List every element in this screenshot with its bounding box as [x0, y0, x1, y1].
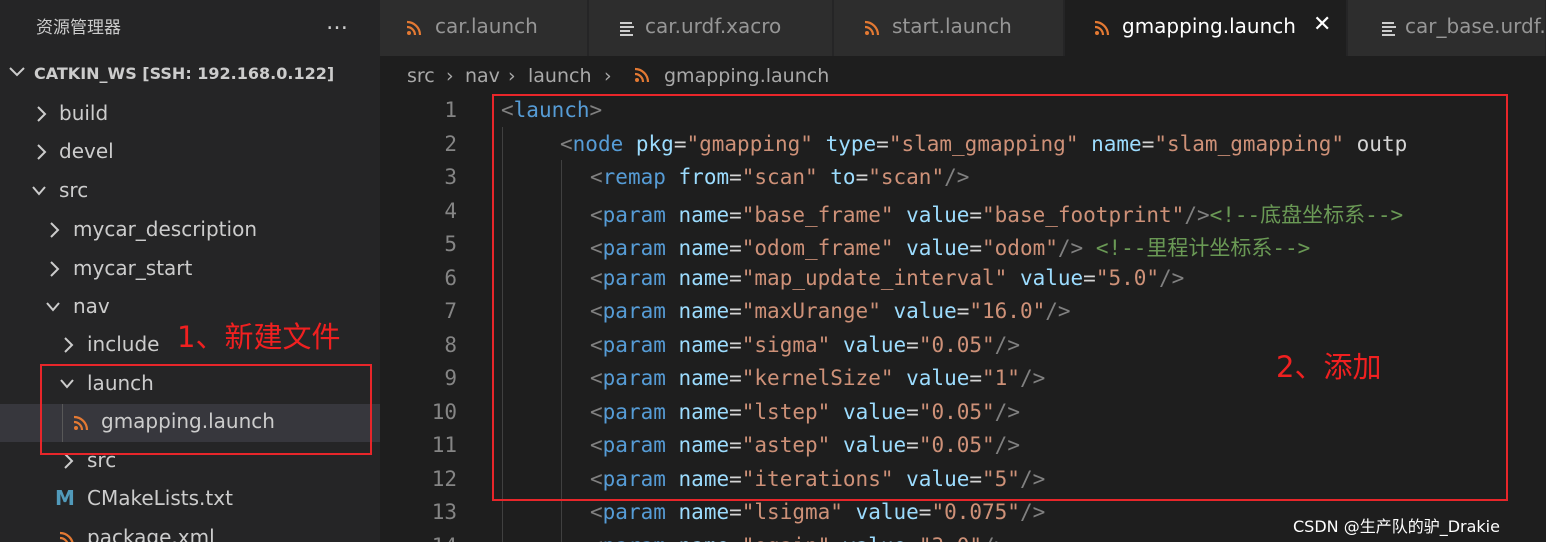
annotation-step2: 2、添加 [1276, 350, 1382, 384]
annotation-step1: 1、新建文件 [177, 320, 341, 354]
line-number: 4 [444, 198, 457, 223]
tree-item-label: mycar_start [73, 256, 193, 280]
line-number: 7 [444, 299, 457, 323]
chevron-right-icon [64, 337, 74, 353]
tree-item-label: src [59, 178, 89, 202]
editor-tab-bar: car.launch car.urdf.xacro start.launch g… [380, 0, 1546, 56]
rss-icon [59, 531, 74, 542]
tree-item-cmakelists[interactable]: M CMakeLists.txt [0, 481, 380, 519]
tree-item-build[interactable]: build [0, 96, 380, 134]
chevron-down-icon [46, 302, 60, 312]
chevron-right-icon [37, 106, 47, 122]
breadcrumb-item[interactable]: src [407, 65, 435, 87]
tab-label: gmapping.launch [1122, 14, 1296, 38]
line-number: 5 [444, 232, 457, 256]
tab-gmapping-launch[interactable]: gmapping.launch ✕ [1065, 0, 1347, 56]
rss-icon [406, 20, 422, 36]
tab-start-launch[interactable]: start.launch [834, 0, 1064, 56]
workspace-root[interactable]: CATKIN_WS [SSH: 192.168.0.122] [0, 58, 380, 92]
rss-icon [1094, 20, 1110, 36]
tab-car-launch[interactable]: car.launch [380, 0, 588, 56]
explorer-header: 资源管理器 … [0, 0, 380, 50]
tree-item-label: CMakeLists.txt [87, 486, 233, 510]
chevron-down-icon [32, 186, 46, 196]
chevron-right-icon [37, 144, 47, 160]
more-actions-icon[interactable]: … [326, 10, 349, 35]
tab-label: car.urdf.xacro [645, 14, 782, 38]
rss-icon [864, 20, 880, 36]
close-icon[interactable]: ✕ [1313, 12, 1331, 37]
tree-item-label: package.xml [87, 525, 215, 542]
tab-label: car_base.urdf. [1405, 14, 1546, 38]
cmake-m-icon: M [55, 486, 75, 510]
line-number: 6 [444, 265, 457, 290]
chevron-down-icon [9, 67, 25, 77]
explorer-sidebar: 资源管理器 … CATKIN_WS [SSH: 192.168.0.122] b… [0, 0, 380, 542]
tree-item-src[interactable]: src [0, 173, 380, 211]
line-number: 10 [431, 399, 457, 424]
tree-item-devel[interactable]: devel [0, 134, 380, 172]
chevron-right-icon [50, 222, 60, 238]
line-number: 8 [444, 332, 457, 357]
tab-car-base-urdf[interactable]: car_base.urdf. [1348, 0, 1546, 56]
code-text: <param name="ogain" value="3.0"/> [590, 534, 1007, 542]
workspace-label: CATKIN_WS [SSH: 192.168.0.122] [34, 64, 335, 83]
line-number: 3 [444, 165, 457, 189]
watermark: CSDN @生产队的驴_Drakie [1293, 517, 1500, 536]
tree-item-label: mycar_description [73, 217, 257, 241]
line-number: 2 [444, 131, 457, 156]
line-number: 12 [431, 466, 457, 491]
lines-icon [1382, 22, 1396, 36]
breadcrumb-separator-icon: › [508, 65, 516, 87]
breadcrumb-item[interactable]: gmapping.launch [664, 65, 829, 87]
annotation-box-add-content [492, 94, 1508, 501]
tree-item-mycar-start[interactable]: mycar_start [0, 251, 380, 289]
tab-label: start.launch [892, 14, 1012, 38]
tree-item-mycar-description[interactable]: mycar_description [0, 212, 380, 250]
tree-item-label: include [87, 332, 160, 356]
line-number: 9 [444, 366, 457, 390]
code-text: <param name="lsigma" value="0.075"/> [590, 500, 1046, 524]
breadcrumb: src › nav › launch › gmapping.launch [380, 56, 1546, 94]
rss-icon [634, 67, 650, 83]
breadcrumb-item[interactable]: launch [528, 65, 592, 87]
annotation-box-new-file [40, 364, 372, 455]
line-number: 11 [431, 433, 457, 457]
tab-car-urdf-xacro[interactable]: car.urdf.xacro [589, 0, 833, 56]
tree-item-label: nav [73, 294, 110, 318]
chevron-right-icon [50, 261, 60, 277]
tree-item-label: devel [59, 139, 114, 163]
line-number: 14 [380, 534, 457, 542]
tree-item-package-xml[interactable]: package.xml [0, 520, 380, 542]
explorer-title: 资源管理器 [36, 18, 121, 38]
breadcrumb-separator-icon: › [604, 65, 612, 87]
line-number: 13 [431, 500, 457, 524]
breadcrumb-separator-icon: › [446, 65, 454, 87]
tree-item-label: build [59, 101, 109, 125]
tab-label: car.launch [435, 14, 538, 38]
line-number: 1 [444, 98, 457, 122]
breadcrumb-item[interactable]: nav [465, 65, 500, 87]
lines-icon [620, 22, 634, 36]
